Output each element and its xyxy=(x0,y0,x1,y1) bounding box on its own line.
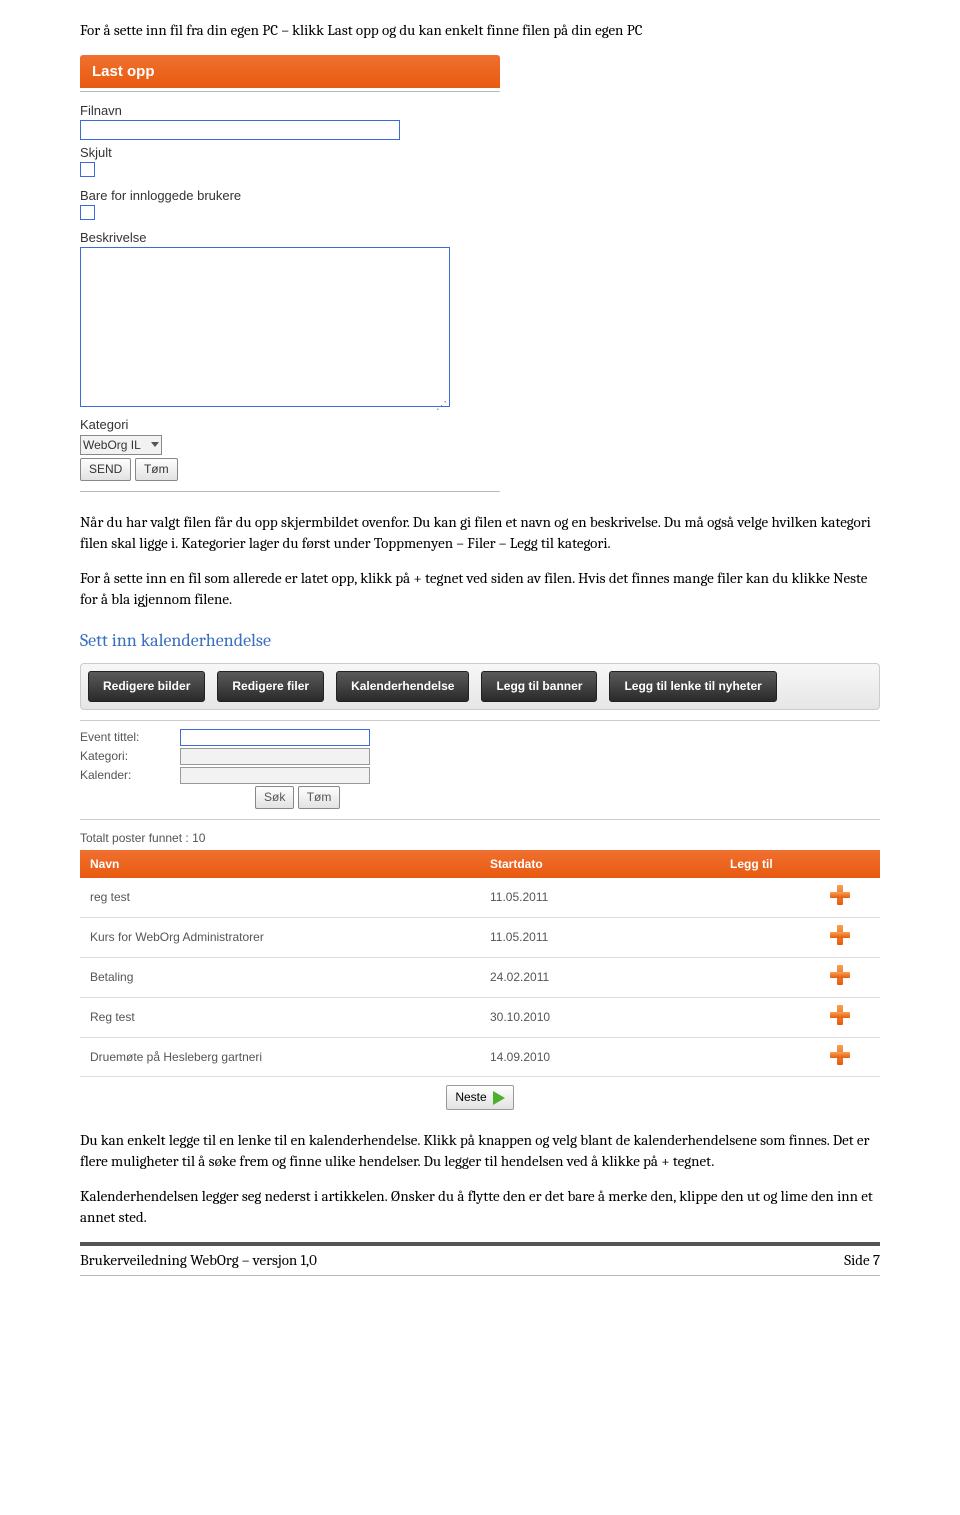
divider xyxy=(80,720,880,721)
divider xyxy=(80,819,880,820)
beskrivelse-textarea[interactable] xyxy=(80,247,450,407)
kategori-filter-label: Kategori: xyxy=(80,748,180,765)
beskrivelse-label: Beskrivelse xyxy=(80,229,880,247)
row-date: 24.02.2011 xyxy=(480,958,720,998)
row-name: Druemøte på Hesleberg gartneri xyxy=(80,1037,480,1077)
sok-button[interactable]: Søk xyxy=(255,786,294,809)
row-date: 14.09.2010 xyxy=(480,1037,720,1077)
row-name: Reg test xyxy=(80,997,480,1037)
plus-icon[interactable] xyxy=(830,1005,850,1025)
tab-legg-til-lenke[interactable]: Legg til lenke til nyheter xyxy=(609,671,776,702)
filter-tom-button[interactable]: Tøm xyxy=(298,786,341,809)
section-heading: Sett inn kalenderhendelse xyxy=(80,628,880,653)
kalender-filter-select[interactable] xyxy=(180,767,370,784)
events-table: Navn Startdato Legg til reg test11.05.20… xyxy=(80,850,880,1078)
tab-redigere-bilder[interactable]: Redigere bilder xyxy=(88,671,205,702)
tab-legg-til-banner[interactable]: Legg til banner xyxy=(481,671,597,702)
divider xyxy=(80,91,500,92)
skjult-label: Skjult xyxy=(80,144,880,162)
filter-block: Event tittel: Kategori: Kalender: Søk Tø… xyxy=(80,729,880,809)
neste-button-label: Neste xyxy=(455,1089,486,1106)
col-legg-til: Legg til xyxy=(720,850,880,879)
kategori-select-value: WebOrg IL xyxy=(83,437,141,454)
row-name: Betaling xyxy=(80,958,480,998)
event-tittel-input[interactable] xyxy=(180,729,370,746)
send-button[interactable]: SEND xyxy=(80,458,131,481)
row-date: 11.05.2011 xyxy=(480,918,720,958)
filnavn-label: Filnavn xyxy=(80,102,880,120)
page-footer: Brukerveiledning WebOrg – versjon 1,0 Si… xyxy=(80,1242,880,1276)
table-row: reg test11.05.2011 xyxy=(80,878,880,917)
row-date: 11.05.2011 xyxy=(480,878,720,917)
arrow-right-icon xyxy=(493,1091,505,1105)
kategori-label: Kategori xyxy=(80,416,880,434)
plus-icon[interactable] xyxy=(830,925,850,945)
col-startdato: Startdato xyxy=(480,850,720,879)
row-name: reg test xyxy=(80,878,480,917)
table-row: Betaling24.02.2011 xyxy=(80,958,880,998)
upload-form: Filnavn Skjult Bare for innloggede bruke… xyxy=(80,102,880,492)
end-paragraph-1: Du kan enkelt legge til en lenke til en … xyxy=(80,1130,880,1172)
kalender-filter-label: Kalender: xyxy=(80,767,180,784)
tom-button[interactable]: Tøm xyxy=(135,458,178,481)
resize-handle-icon: ⋰ xyxy=(436,403,447,409)
kategori-select[interactable]: WebOrg IL xyxy=(80,435,162,456)
row-name: Kurs for WebOrg Administratorer xyxy=(80,918,480,958)
bare-checkbox[interactable] xyxy=(80,205,95,220)
plus-icon[interactable] xyxy=(830,885,850,905)
footer-left: Brukerveiledning WebOrg – versjon 1,0 xyxy=(80,1250,317,1271)
table-row: Druemøte på Hesleberg gartneri14.09.2010 xyxy=(80,1037,880,1077)
filnavn-input[interactable] xyxy=(80,120,400,140)
neste-button[interactable]: Neste xyxy=(446,1085,513,1110)
upload-header: Last opp xyxy=(80,55,500,88)
total-posts-label: Totalt poster funnet : 10 xyxy=(80,830,880,847)
table-row: Reg test30.10.2010 xyxy=(80,997,880,1037)
intro-paragraph: For å sette inn fil fra din egen PC – kl… xyxy=(80,20,880,41)
mid-paragraph-1: Når du har valgt filen får du opp skjerm… xyxy=(80,512,880,554)
mid-paragraph-2: For å sette inn en fil som allerede er l… xyxy=(80,568,880,610)
kategori-filter-select[interactable] xyxy=(180,748,370,765)
bare-label: Bare for innloggede brukere xyxy=(80,187,880,205)
chevron-down-icon xyxy=(151,442,159,447)
tab-redigere-filer[interactable]: Redigere filer xyxy=(217,671,324,702)
plus-icon[interactable] xyxy=(830,965,850,985)
divider xyxy=(80,491,500,492)
tab-row: Redigere bilder Redigere filer Kalenderh… xyxy=(80,663,880,710)
end-paragraph-2: Kalenderhendelsen legger seg nederst i a… xyxy=(80,1186,880,1228)
event-tittel-label: Event tittel: xyxy=(80,729,180,746)
skjult-checkbox[interactable] xyxy=(80,162,95,177)
tab-kalenderhendelse[interactable]: Kalenderhendelse xyxy=(336,671,469,702)
footer-right: Side 7 xyxy=(844,1250,880,1271)
table-row: Kurs for WebOrg Administratorer11.05.201… xyxy=(80,918,880,958)
plus-icon[interactable] xyxy=(830,1045,850,1065)
row-date: 30.10.2010 xyxy=(480,997,720,1037)
col-navn: Navn xyxy=(80,850,480,879)
